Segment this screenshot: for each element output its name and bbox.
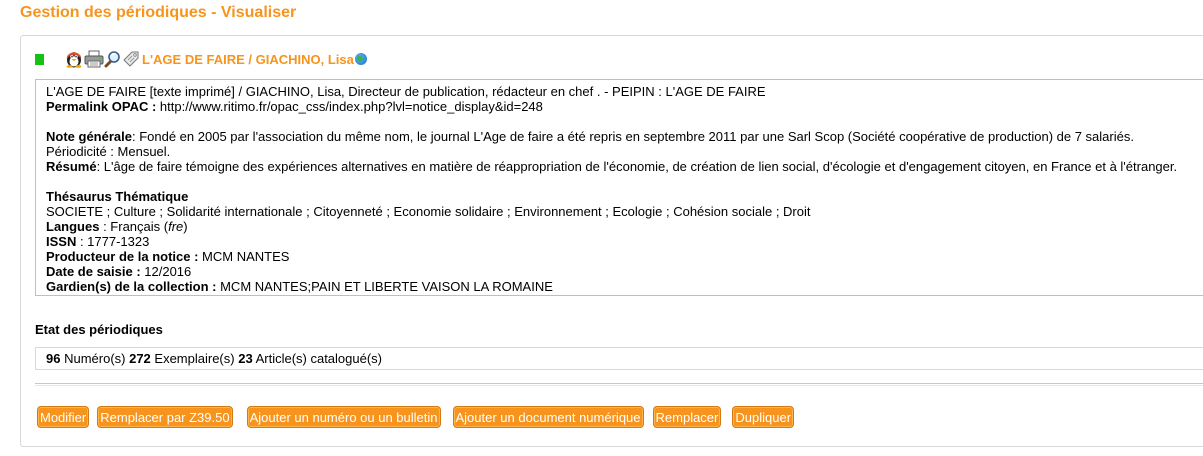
remplacer-button[interactable]: Remplacer <box>652 406 722 428</box>
date-saisie-value: 12/2016 <box>140 264 192 279</box>
langues-value-pre: : Français ( <box>99 219 169 234</box>
numeros-count: 96 <box>46 351 61 366</box>
notice-main-line: L'AGE DE FAIRE [texte imprimé] / GIACHIN… <box>46 84 766 99</box>
note-generale-label: Note générale <box>46 129 132 144</box>
ajouter-document-button[interactable]: Ajouter un document numérique <box>452 406 644 428</box>
date-saisie-label: Date de saisie : <box>46 264 141 279</box>
articles-count: 23 <box>238 351 253 366</box>
globe-icon[interactable] <box>354 53 367 65</box>
resume-row: Résumé: L'âge de faire témoigne des expé… <box>46 159 1193 174</box>
issn-row: ISSN : 1777-1323 <box>46 234 1193 249</box>
periodicite-row: Périodicité : Mensuel. <box>46 144 171 159</box>
remplacer-z3950-button[interactable]: Remplacer par Z39.50 <box>97 406 233 428</box>
exemplaires-label: Exemplaire(s) <box>150 351 239 366</box>
tux-icon[interactable] <box>65 50 83 68</box>
langues-row: Langues : Français (fre) <box>46 219 1193 234</box>
thesaurus-value: SOCIETE ; Culture ; Solidarité internati… <box>46 204 811 219</box>
notice-details: L'AGE DE FAIRE [texte imprimé] / GIACHIN… <box>35 79 1203 296</box>
gardiens-label: Gardien(s) de la collection : <box>46 279 217 294</box>
langues-label: Langues <box>46 219 100 234</box>
action-buttons: Modifier Remplacer par Z39.50 Ajouter un… <box>37 406 802 428</box>
langues-code: fre <box>168 219 184 234</box>
producteur-value: MCM NANTES <box>198 249 290 264</box>
note-generale-row: Note générale: Fondé en 2005 par l'assoc… <box>46 129 1193 144</box>
permalink-label: Permalink OPAC : <box>46 99 157 114</box>
modifier-button[interactable]: Modifier <box>37 406 90 428</box>
gardiens-value: MCM NANTES;PAIN ET LIBERTE VAISON LA ROM… <box>216 279 553 294</box>
divider <box>35 383 1203 386</box>
numeros-label: Numéro(s) <box>60 351 130 366</box>
notice-header: L'AGE DE FAIRE / GIACHINO, Lisa <box>35 48 367 70</box>
resume-label: Résumé <box>46 159 97 174</box>
producteur-row: Producteur de la notice : MCM NANTES <box>46 249 1193 264</box>
langues-value-post: ) <box>183 219 188 234</box>
etat-periodiques-title: Etat des périodiques <box>35 322 163 337</box>
page-title: Gestion des périodiques - Visualiser <box>20 4 297 21</box>
thesaurus-label: Thésaurus Thématique <box>46 189 1193 204</box>
exemplaires-count: 272 <box>129 351 151 366</box>
resume-value: : L'âge de faire témoigne des expérience… <box>96 159 1178 174</box>
issn-label: ISSN <box>46 234 77 249</box>
permalink-row: Permalink OPAC : http://www.ritimo.fr/op… <box>46 99 1193 114</box>
dupliquer-button[interactable]: Dupliquer <box>732 406 795 428</box>
status-indicator <box>35 53 44 65</box>
articles-label: Article(s) catalogué(s) <box>252 351 383 366</box>
date-saisie-row: Date de saisie : 12/2016 <box>46 264 1193 279</box>
issn-value: : 1777-1323 <box>76 234 150 249</box>
ajouter-numero-button[interactable]: Ajouter un numéro ou un bulletin <box>246 406 441 428</box>
print-icon[interactable] <box>84 50 104 68</box>
tag-icon[interactable] <box>122 50 140 68</box>
permalink-value: http://www.ritimo.fr/opac_css/index.php?… <box>156 99 543 114</box>
thesaurus-label-text: Thésaurus Thématique <box>46 189 189 204</box>
magnifier-icon[interactable] <box>103 50 121 68</box>
gardiens-row: Gardien(s) de la collection : MCM NANTES… <box>46 279 1193 294</box>
etat-stats: 96 Numéro(s) 272 Exemplaire(s) 23 Articl… <box>35 347 1203 370</box>
producteur-label: Producteur de la notice : <box>46 249 199 264</box>
notice-title-link[interactable]: L'AGE DE FAIRE / GIACHINO, Lisa <box>142 52 354 67</box>
note-generale-value: : Fondé en 2005 par l'association du mêm… <box>131 129 1134 144</box>
